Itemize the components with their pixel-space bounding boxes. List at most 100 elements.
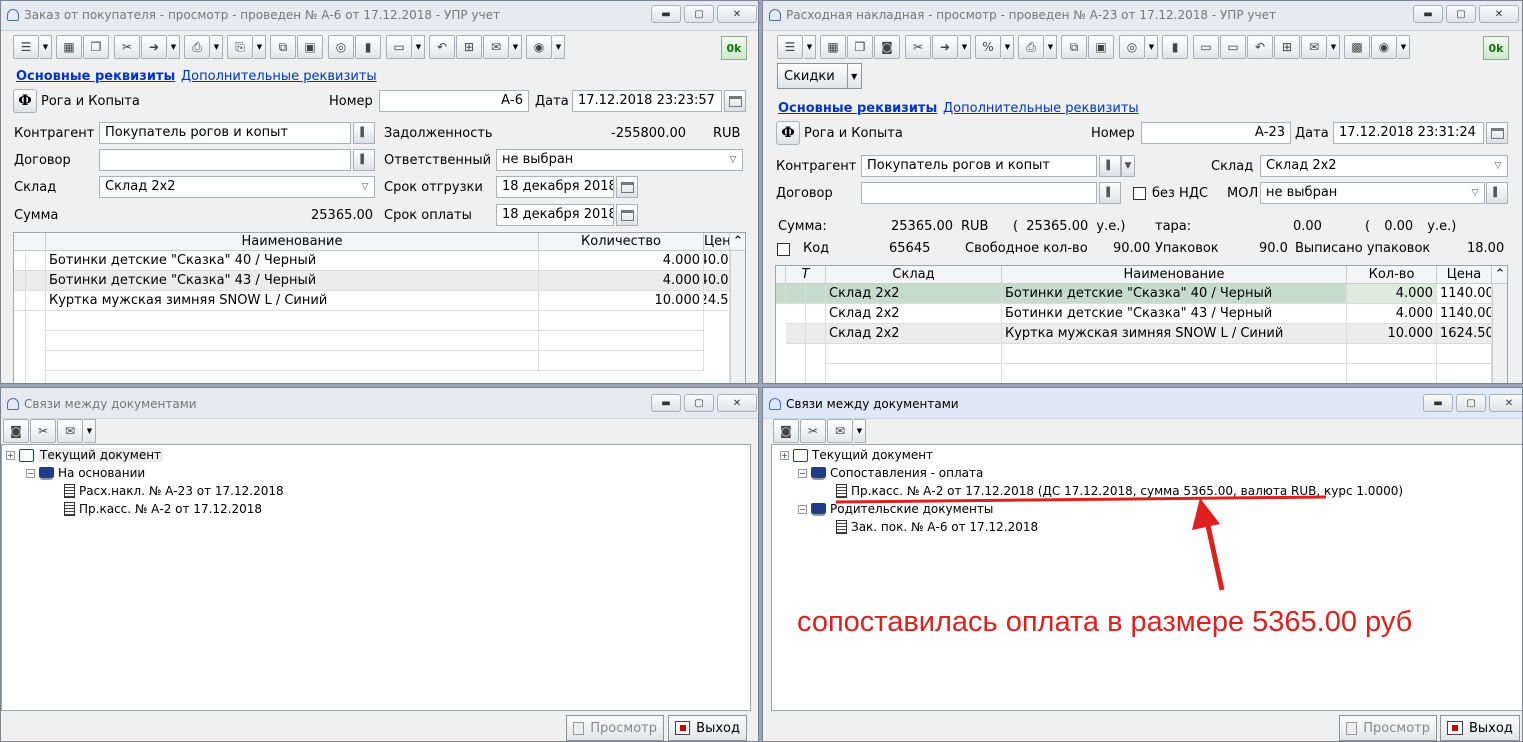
tools-icon[interactable]: ✂ bbox=[30, 419, 56, 443]
maximize-button[interactable]: ▢ bbox=[684, 5, 714, 23]
expand-icon[interactable]: + bbox=[6, 450, 15, 460]
number-field[interactable]: А-6 bbox=[379, 90, 529, 112]
table-row-qty[interactable]: 10.000 bbox=[539, 291, 704, 311]
table-row-name[interactable]: Куртка мужская зимняя SNOW L / Синий bbox=[46, 291, 539, 311]
collapse-icon[interactable]: − bbox=[798, 504, 807, 514]
chevron-down-icon[interactable]: ▼ bbox=[1121, 155, 1135, 177]
dropdown-arrow-icon[interactable]: ▼ bbox=[254, 35, 266, 59]
view-button[interactable]: Просмотр bbox=[1339, 715, 1437, 741]
cycle-icon[interactable]: ◎ bbox=[328, 35, 354, 59]
table-row-name[interactable]: Куртка мужская зимняя SNOW L / Синий bbox=[1002, 324, 1347, 344]
dropdown-arrow-icon[interactable]: ▼ bbox=[553, 35, 565, 59]
tab-main-props[interactable]: Основные реквизиты bbox=[778, 101, 937, 116]
no-vat-checkbox[interactable] bbox=[1133, 187, 1146, 200]
tab-extra-props[interactable]: Дополнительные реквизиты bbox=[943, 101, 1139, 116]
select-button[interactable]: ▌ bbox=[353, 149, 375, 171]
vertical-scrollbar[interactable] bbox=[1492, 284, 1507, 383]
dropdown-arrow-icon[interactable]: ▼ bbox=[1002, 35, 1014, 59]
copy-doc-icon[interactable]: ❐ bbox=[847, 35, 873, 59]
calendar-icon[interactable] bbox=[724, 90, 746, 112]
close-button[interactable]: ✕ bbox=[717, 394, 757, 412]
card-icon[interactable]: ▭ bbox=[1220, 35, 1246, 59]
select-button[interactable]: ▌ bbox=[1099, 155, 1121, 177]
expand-icon[interactable]: + bbox=[780, 450, 789, 460]
book-icon[interactable]: ▮ bbox=[355, 35, 381, 59]
pay-date-field[interactable]: 18 декабря 2018 bbox=[496, 204, 614, 226]
warehouse-select[interactable]: Склад 2х2 bbox=[1260, 155, 1508, 177]
table-row-qty[interactable]: 10.000 bbox=[1347, 324, 1437, 344]
table-row-price[interactable]: 1140.00 bbox=[704, 251, 730, 271]
tree-node-item[interactable]: Зак. пок. № А-6 от 17.12.2018 bbox=[836, 520, 1038, 534]
table-row-qty[interactable]: 4.000 bbox=[1347, 284, 1437, 304]
title-bar[interactable]: Связи между документами ▬ ▢ ✕ bbox=[763, 388, 1522, 419]
dropdown-arrow-icon[interactable]: ▼ bbox=[1328, 35, 1340, 59]
title-bar[interactable]: Связи между документами ▬ ▢ ✕ bbox=[1, 388, 758, 419]
table-row-name[interactable]: Ботинки детские "Сказка" 40 / Черный bbox=[46, 251, 539, 271]
minimize-button[interactable]: ▬ bbox=[1423, 394, 1453, 412]
tree-node-item[interactable]: Расх.накл. № А-23 от 17.12.2018 bbox=[64, 484, 284, 498]
cycle-icon[interactable]: ◎ bbox=[1119, 35, 1145, 59]
table-row-warehouse[interactable]: Склад 2х2 bbox=[826, 324, 1002, 344]
code-checkbox[interactable] bbox=[777, 243, 790, 256]
table-row-qty[interactable]: 4.000 bbox=[539, 251, 704, 271]
scroll-up-icon[interactable]: ⌃ bbox=[730, 233, 745, 251]
copy-doc-icon[interactable]: ❐ bbox=[83, 35, 109, 59]
envelope-icon[interactable]: ✉ bbox=[827, 419, 853, 443]
column-header-price[interactable]: Цена bbox=[1437, 266, 1492, 284]
tools-icon[interactable]: ✂ bbox=[800, 419, 826, 443]
list-icon[interactable]: ☰ bbox=[13, 35, 39, 59]
dropdown-arrow-icon[interactable]: ▼ bbox=[959, 35, 971, 59]
maximize-button[interactable]: ▢ bbox=[684, 394, 714, 412]
warehouse-select[interactable]: Склад 2х2 bbox=[99, 176, 375, 198]
responsible-select[interactable]: не выбран bbox=[496, 149, 743, 171]
tree-node-group[interactable]: − На основании bbox=[26, 466, 145, 480]
dropdown-arrow-icon[interactable]: ▼ bbox=[168, 35, 180, 59]
counterparty-field[interactable]: Покупатель рогов и копыт bbox=[99, 122, 351, 144]
dropdown-arrow-icon[interactable]: ▼ bbox=[211, 35, 223, 59]
book-icon[interactable]: ▮ bbox=[1162, 35, 1188, 59]
table-row-name[interactable]: Ботинки детские "Сказка" 43 / Черный bbox=[1002, 304, 1347, 324]
print-icon[interactable]: ⎙ bbox=[184, 35, 210, 59]
dropdown-arrow-icon[interactable]: ▼ bbox=[510, 35, 522, 59]
close-button[interactable]: ✕ bbox=[1489, 394, 1522, 412]
collapse-icon[interactable]: − bbox=[798, 468, 807, 478]
calendar-icon[interactable] bbox=[616, 176, 638, 198]
title-bar[interactable]: Расходная накладная - просмотр - проведе… bbox=[763, 1, 1522, 31]
copy-icon[interactable]: ⧉ bbox=[270, 35, 296, 59]
contract-field[interactable] bbox=[861, 182, 1097, 204]
link-icon[interactable]: ◙ bbox=[874, 35, 900, 59]
dropdown-arrow-icon[interactable]: ▼ bbox=[1398, 35, 1410, 59]
globe-icon[interactable]: ◉ bbox=[1371, 35, 1397, 59]
tree-node-current[interactable]: + Текущий документ bbox=[780, 448, 933, 462]
table-row-price[interactable]: 1624.50 bbox=[1437, 324, 1492, 344]
table-row-qty[interactable]: 4.000 bbox=[1347, 304, 1437, 324]
maximize-button[interactable]: ▢ bbox=[1456, 394, 1486, 412]
date-field[interactable]: 17.12.2018 23:31:24 bbox=[1333, 122, 1484, 144]
table-icon[interactable]: ▦ bbox=[56, 35, 82, 59]
table-row-price[interactable]: 1140.00 bbox=[1437, 304, 1492, 324]
counterparty-field[interactable]: Покупатель рогов и копыт bbox=[861, 155, 1097, 177]
table-row-name[interactable]: Ботинки детские "Сказка" 40 / Черный bbox=[1002, 284, 1347, 304]
undo-icon[interactable]: ↶ bbox=[1247, 35, 1273, 59]
image-icon[interactable]: ▣ bbox=[297, 35, 323, 59]
scroll-up-icon[interactable]: ⌃ bbox=[1492, 266, 1507, 284]
link-icon[interactable]: ◙ bbox=[773, 419, 799, 443]
calendar-icon[interactable] bbox=[616, 204, 638, 226]
ok-button[interactable]: 0k bbox=[1483, 36, 1509, 60]
view-button[interactable]: Просмотр bbox=[566, 715, 664, 741]
export-icon[interactable]: ➜ bbox=[141, 35, 167, 59]
tree-node-item[interactable]: Пр.касс. № А-2 от 17.12.2018 bbox=[64, 502, 262, 516]
calendar-icon[interactable] bbox=[1486, 122, 1508, 144]
maximize-button[interactable]: ▢ bbox=[1446, 5, 1476, 23]
title-bar[interactable]: Заказ от покупателя - просмотр - проведе… bbox=[1, 1, 758, 31]
chevron-down-icon[interactable]: ▽ bbox=[357, 177, 373, 197]
minimize-button[interactable]: ▬ bbox=[651, 5, 681, 23]
tab-main-props[interactable]: Основные реквизиты bbox=[16, 69, 175, 84]
vertical-scrollbar[interactable] bbox=[730, 251, 745, 383]
table-row-name[interactable]: Ботинки детские "Сказка" 43 / Черный bbox=[46, 271, 539, 291]
tab-extra-props[interactable]: Дополнительные реквизиты bbox=[181, 69, 377, 84]
link-icon[interactable]: ◙ bbox=[3, 419, 29, 443]
table-row-qty[interactable]: 4.000 bbox=[539, 271, 704, 291]
structure-icon[interactable]: ⊞ bbox=[1274, 35, 1300, 59]
tree-node-current[interactable]: + Текущий документ bbox=[6, 448, 164, 462]
